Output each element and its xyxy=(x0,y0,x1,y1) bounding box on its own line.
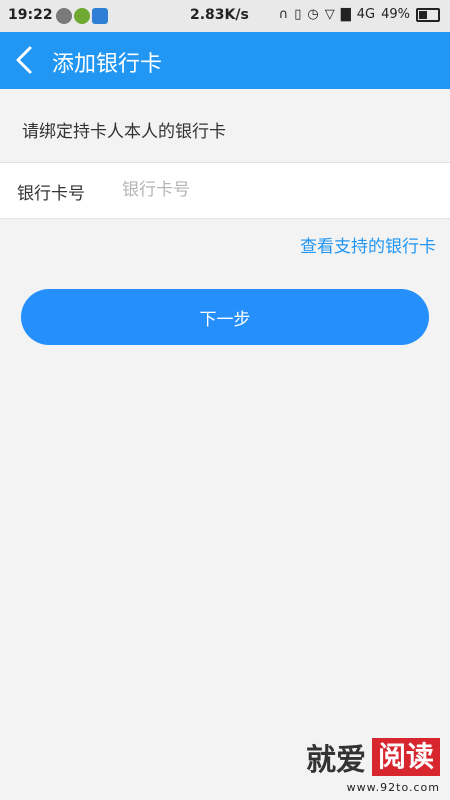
status-time: 19:22 xyxy=(8,7,53,23)
bind-card-hint: 请绑定持卡人本人的银行卡 xyxy=(22,122,226,142)
network-speed: 2.83K/s xyxy=(190,7,249,23)
back-button[interactable] xyxy=(10,44,40,76)
watermark-logo: 就爱 阅读 www.92to.com xyxy=(306,735,440,794)
card-number-label: 银行卡号 xyxy=(17,184,85,204)
headphone-icon: ∩ xyxy=(278,7,289,22)
alarm-icon: ◷ xyxy=(307,7,319,22)
status-bar: 19:22 2.83K/s ∩ ▯ ◷ ▽ ▇ 4G 49% xyxy=(0,0,450,32)
status-right-group: ∩ ▯ ◷ ▽ ▇ 4G 49% xyxy=(279,7,440,22)
watermark-url: www.92to.com xyxy=(346,781,440,794)
supported-banks-link[interactable]: 查看支持的银行卡 xyxy=(300,232,436,257)
chevron-left-icon xyxy=(16,46,32,74)
next-button[interactable]: 下一步 xyxy=(21,289,429,345)
message-notification-icon xyxy=(92,8,108,24)
watermark-brand-right: 阅读 xyxy=(371,738,440,776)
vibrate-icon: ▯ xyxy=(294,7,302,22)
signal-icon: ▇ xyxy=(340,7,351,22)
network-type: 4G xyxy=(356,7,376,22)
card-number-input[interactable] xyxy=(122,173,422,207)
watermark-brand-left: 就爱 xyxy=(305,743,366,778)
card-number-row: 银行卡号 xyxy=(0,162,450,219)
wifi-icon: ▽ xyxy=(324,7,335,22)
app-bar: 添加银行卡 xyxy=(0,32,450,89)
page-title: 添加银行卡 xyxy=(52,52,163,77)
app-notification-icon xyxy=(74,8,90,24)
notification-icon xyxy=(56,8,72,24)
battery-percent: 49% xyxy=(381,7,410,22)
battery-icon xyxy=(416,7,440,22)
